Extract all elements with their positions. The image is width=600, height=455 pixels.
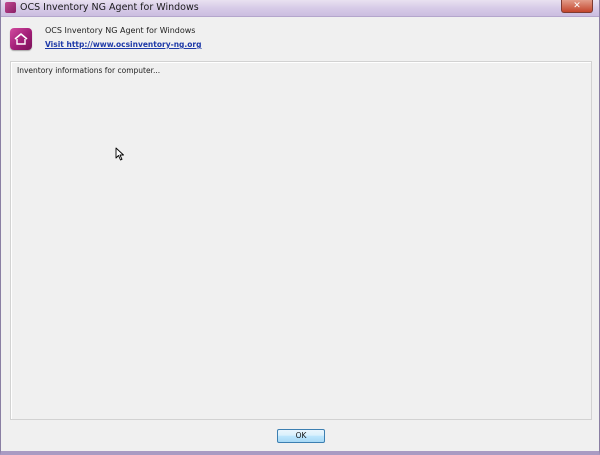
- ocs-logo-icon: [10, 28, 32, 50]
- inventory-panel: Inventory informations for computer...: [10, 61, 592, 420]
- close-button[interactable]: ✕: [561, 0, 593, 13]
- header: OCS Inventory NG Agent for Windows Visit…: [1, 17, 599, 61]
- title-bar[interactable]: OCS Inventory NG Agent for Windows ✕: [1, 0, 599, 17]
- app-name: OCS Inventory NG Agent for Windows: [45, 26, 196, 35]
- house-icon: [14, 33, 28, 45]
- website-link[interactable]: Visit http://www.ocsinventory-ng.org: [45, 40, 202, 49]
- mouse-pointer-icon: [115, 147, 124, 161]
- ok-button[interactable]: OK: [277, 429, 325, 443]
- window-title: OCS Inventory NG Agent for Windows: [20, 2, 199, 13]
- ocs-logo-icon: [5, 2, 16, 13]
- status-text: Inventory informations for computer...: [17, 66, 161, 75]
- agent-window: OCS Inventory NG Agent for Windows ✕ OCS…: [0, 0, 600, 455]
